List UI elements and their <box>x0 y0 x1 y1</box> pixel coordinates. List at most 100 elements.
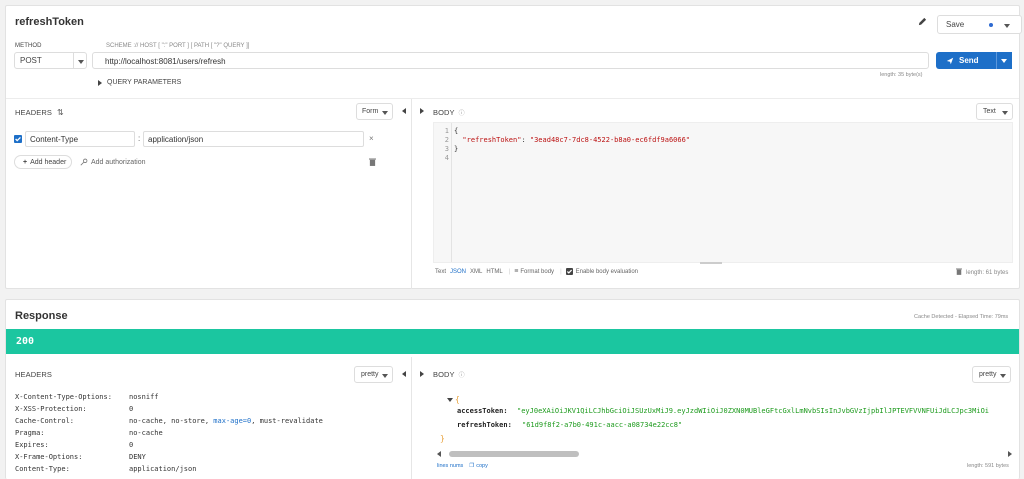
url-value: http://localhost:8081/users/refresh <box>105 57 226 66</box>
remove-header-icon[interactable]: × <box>369 134 374 143</box>
editor-resize-handle[interactable] <box>700 262 722 264</box>
response-header-value: application/json <box>129 465 197 473</box>
response-header-name: X-XSS-Protection: <box>15 405 87 413</box>
format-tab-json[interactable]: JSON <box>450 269 466 275</box>
json-close-brace: } <box>440 434 445 443</box>
body-length: length: 61 bytes <box>956 268 1008 277</box>
request-title: refreshToken <box>15 16 84 28</box>
trash-icon[interactable] <box>956 268 962 277</box>
response-body-mode-value: pretty <box>979 371 997 378</box>
save-button-label: Save <box>946 20 965 29</box>
copy-button[interactable]: copy <box>476 463 488 469</box>
response-body-label: BODY ⓘ <box>433 370 465 379</box>
response-body-mode-select[interactable]: pretty <box>972 366 1011 383</box>
chevron-down-icon <box>1000 374 1006 378</box>
send-options-button[interactable] <box>996 52 1012 69</box>
chevron-down-icon <box>382 111 388 115</box>
info-icon: ⓘ <box>458 111 465 117</box>
body-mode-select[interactable]: Text <box>976 103 1013 120</box>
response-header-value: nosniff <box>129 393 159 401</box>
add-header-button[interactable]: + Add header <box>14 155 72 169</box>
query-parameters-toggle[interactable]: QUERY PARAMETERS <box>98 79 181 86</box>
scroll-right-icon[interactable] <box>1008 451 1012 457</box>
chevron-right-icon <box>98 79 102 86</box>
line-number: 4 <box>444 154 449 162</box>
method-select[interactable]: POST <box>14 52 87 69</box>
refresh-token-value: "61d9f8f2-a7b0-491c-aacc-a08734e22cc8" <box>522 421 683 429</box>
response-header-name: Expires: <box>15 441 49 449</box>
response-header-name: X-Content-Type-Options: <box>15 393 112 401</box>
json-open-brace: { <box>455 395 460 404</box>
collapse-json-icon[interactable] <box>447 398 453 402</box>
send-icon <box>946 57 954 64</box>
trash-icon[interactable] <box>369 158 376 168</box>
sort-icon[interactable]: ⇅ <box>57 108 64 117</box>
status-code: 200 <box>16 336 35 347</box>
response-headers-mode-value: pretty <box>361 371 379 378</box>
format-tab-xml[interactable]: XML <box>470 269 482 275</box>
pane-splitter[interactable] <box>411 99 412 289</box>
code-line: } <box>454 145 459 153</box>
method-label: METHOD <box>15 43 42 49</box>
pane-splitter[interactable] <box>411 357 412 479</box>
response-header-value: 0 <box>129 441 134 449</box>
response-header-name: Cache-Control: <box>15 417 75 425</box>
format-body-icon: ≡ <box>514 268 519 275</box>
method-value: POST <box>20 56 42 65</box>
response-title: Response <box>15 310 68 322</box>
status-bar <box>6 329 1019 354</box>
cache-info: Cache Detected - Elapsed Time: 79ms <box>914 314 1009 320</box>
header-value-input[interactable]: application/json <box>143 131 364 147</box>
collapse-right-icon[interactable] <box>420 108 424 114</box>
save-button[interactable]: Save <box>937 15 1022 34</box>
add-authorization-link[interactable]: Add authorization <box>80 158 145 166</box>
response-length: length: 591 bytes <box>967 463 1009 469</box>
response-headers-mode-select[interactable]: pretty <box>354 366 393 383</box>
format-tab-html[interactable]: HTML <box>486 269 502 275</box>
info-icon: ⓘ <box>458 373 465 379</box>
format-tab-text[interactable]: Text <box>435 269 446 275</box>
response-header-name: Content-Type: <box>15 465 70 473</box>
chevron-down-icon <box>78 60 84 64</box>
request-body-label: BODY ⓘ <box>433 108 465 117</box>
line-number: 2 <box>444 136 449 144</box>
line-number: 3 <box>444 145 449 153</box>
response-body-footer: lines nums ❐ copy <box>437 463 488 469</box>
body-mode-value: Text <box>983 108 996 115</box>
collapse-left-icon[interactable] <box>402 371 406 377</box>
format-body-button[interactable]: Format body <box>520 269 554 275</box>
url-format-label: SCHEME :// HOST [ ":" PORT ] [ PATH [ "?… <box>106 43 250 49</box>
collapse-right-icon[interactable] <box>420 371 424 377</box>
response-headers-label: HEADERS <box>15 370 52 379</box>
response-header-name: Pragma: <box>15 429 45 437</box>
request-headers-label: HEADERS ⇅ <box>15 108 64 117</box>
scrollbar-thumb[interactable] <box>449 451 579 457</box>
code-line: { <box>454 127 459 135</box>
refresh-token-key: refreshToken: <box>457 421 512 429</box>
chevron-down-icon <box>1002 111 1008 115</box>
url-length: length: 35 byte(s) <box>880 72 923 78</box>
access-token-value: "eyJ0eXAiOiJKV1QiLCJhbGciOiJSUzUxMiJ9.ey… <box>517 407 990 415</box>
url-input[interactable]: http://localhost:8081/users/refresh <box>92 52 929 69</box>
copy-icon[interactable]: ❐ <box>469 463 474 469</box>
collapse-left-icon[interactable] <box>402 108 406 114</box>
line-numbers-toggle[interactable]: lines nums <box>437 463 463 469</box>
key-icon <box>80 158 88 166</box>
response-header-value: no-cache <box>129 429 163 437</box>
enable-eval-checkbox[interactable] <box>565 268 573 275</box>
code-line-refresh-token: "refreshToken": "3ead48c7-7dc8-4522-b8a0… <box>454 136 691 144</box>
query-parameters-label: QUERY PARAMETERS <box>107 79 182 86</box>
response-header-value: no-cache, no-store, max-age=0, must-reva… <box>129 417 323 425</box>
header-enabled-checkbox[interactable] <box>14 135 22 143</box>
line-number: 1 <box>444 127 449 135</box>
plus-icon: + <box>23 158 28 166</box>
horizontal-scrollbar[interactable] <box>437 450 1012 458</box>
section-divider <box>6 98 1019 99</box>
chevron-down-icon <box>1004 24 1010 28</box>
headers-mode-select[interactable]: Form <box>356 103 393 120</box>
response-header-value: 0 <box>129 405 134 413</box>
chevron-down-icon <box>382 374 388 378</box>
header-key-input[interactable]: Content-Type <box>25 131 135 147</box>
edit-pencil-icon[interactable] <box>918 17 927 28</box>
scroll-left-icon[interactable] <box>437 451 441 457</box>
